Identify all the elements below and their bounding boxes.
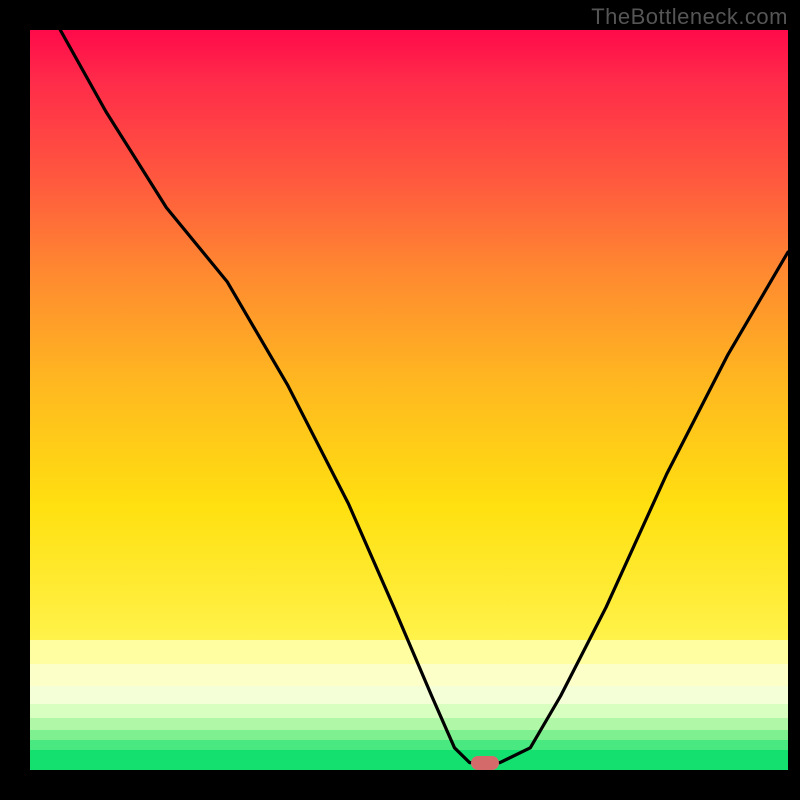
watermark-text: TheBottleneck.com: [591, 4, 788, 30]
chart-frame: TheBottleneck.com: [0, 0, 800, 800]
bottleneck-curve: [30, 30, 788, 770]
optimal-marker: [471, 756, 499, 770]
plot-area: [30, 30, 788, 770]
